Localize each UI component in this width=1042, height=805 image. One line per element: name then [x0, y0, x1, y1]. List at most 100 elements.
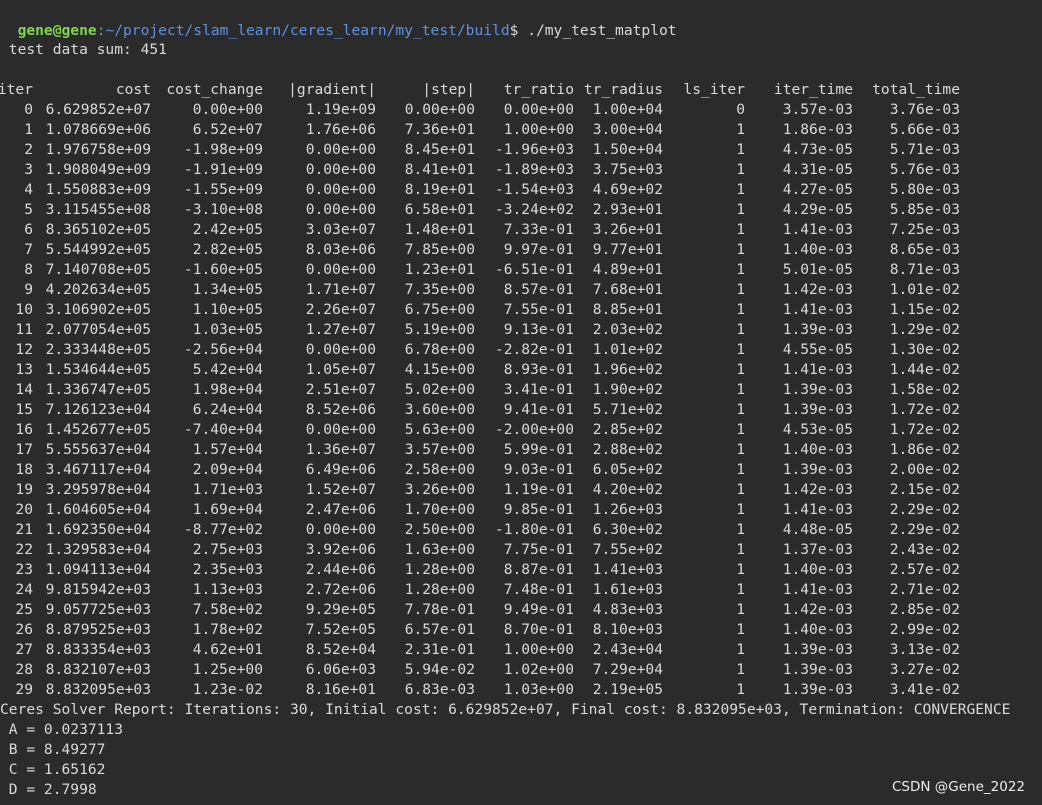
- table-cell: 1: [736, 341, 745, 358]
- table-cell: -3.24e+02: [494, 201, 574, 218]
- table-cell: 6.75e+00: [404, 301, 475, 318]
- table-cell: 1.078669e+06: [45, 121, 151, 138]
- table-cell: 3.57e+00: [404, 441, 475, 458]
- table-row: 25 9.057725e+03 7.58e+02 9.29e+05 7.78e-01 9.…: [0, 600, 1042, 620]
- table-row: 8 7.140708e+05 -1.60e+05 0.00e+00 1.23e+01 -6…: [0, 260, 1042, 280]
- result-line-c: C = 1.65162: [0, 761, 106, 778]
- table-cell: 1.28e+00: [404, 561, 475, 578]
- table-cell: 8.833354e+03: [45, 641, 151, 658]
- table-cell: -1.54e+03: [494, 181, 574, 198]
- table-cell: 1: [736, 581, 745, 598]
- table-cell: 7.55e-01: [503, 301, 574, 318]
- table-cell: 1.01e+02: [592, 341, 663, 358]
- table-cell: 4.31e-05: [782, 161, 853, 178]
- table-cell: 1.39e-03: [782, 641, 853, 658]
- table-cell: 5.19e+00: [404, 321, 475, 338]
- table-cell: 1.03e+00: [503, 681, 574, 698]
- table-cell: 1: [736, 201, 745, 218]
- table-cell: 7.35e+00: [404, 281, 475, 298]
- table-cell: 2.58e+00: [404, 461, 475, 478]
- table-row: 1 1.078669e+06 6.52e+07 1.76e+06 7.36e+01 1.0…: [0, 120, 1042, 140]
- table-cell: 1.30e-02: [889, 341, 960, 358]
- table-cell: 1.39e-03: [782, 321, 853, 338]
- table-cell: 2.57e-02: [889, 561, 960, 578]
- table-cell: 6.58e+01: [404, 201, 475, 218]
- table-cell: 1.13e+03: [192, 581, 263, 598]
- table-cell: 3.60e+00: [404, 401, 475, 418]
- table-row: 26 8.879525e+03 1.78e+02 7.52e+05 6.57e-01 8.…: [0, 620, 1042, 640]
- table-cell: 2.71e-02: [889, 581, 960, 598]
- table-cell: 1.00e+04: [592, 101, 663, 118]
- table-cell: 5.42e+04: [192, 361, 263, 378]
- table-cell: 7.48e-01: [503, 581, 574, 598]
- table-cell: 3.106902e+05: [45, 301, 151, 318]
- table-row: 5 3.115455e+08 -3.10e+08 0.00e+00 6.58e+01 -3…: [0, 200, 1042, 220]
- table-cell: 5.544992e+05: [45, 241, 151, 258]
- table-cell: 1: [736, 641, 745, 658]
- table-cell: 1.86e-03: [782, 121, 853, 138]
- table-cell: 8.71e-03: [889, 261, 960, 278]
- table-cell: 1.42e-03: [782, 481, 853, 498]
- table-cell: 1.28e+00: [404, 581, 475, 598]
- table-row: 21 1.692350e+04 -8.77e+02 0.00e+00 2.50e+00-…: [0, 520, 1042, 540]
- table-row: 20 1.604605e+04 1.69e+04 2.47e+06 1.70e+00 9.…: [0, 500, 1042, 520]
- table-cell: 1.98e+04: [192, 381, 263, 398]
- table-cell: 5.76e-03: [889, 161, 960, 178]
- table-cell: 7.36e+01: [404, 121, 475, 138]
- table-cell: 4.53e-05: [782, 421, 853, 438]
- table-cell: 8.10e+03: [592, 621, 663, 638]
- table-cell: 1.23e+01: [404, 261, 475, 278]
- table-cell: -1.98e+09: [183, 141, 263, 158]
- table-cell: 1.41e-03: [782, 581, 853, 598]
- table-cell: 1.71e+07: [305, 281, 376, 298]
- table-cell: 7.58e+02: [192, 601, 263, 618]
- table-cell: 1.36e+07: [305, 441, 376, 458]
- table-cell: 5.71e+02: [592, 401, 663, 418]
- table-cell: 1.40e-03: [782, 621, 853, 638]
- table-cell: 1.39e-03: [782, 461, 853, 478]
- table-cell: 6.83e-03: [404, 681, 475, 698]
- table-cell: 8.52e+06: [305, 401, 376, 418]
- table-row: 15 7.126123e+04 6.24e+04 8.52e+06 3.60e+00 9.…: [0, 400, 1042, 420]
- table-row: 24 9.815942e+03 1.13e+03 2.72e+06 1.28e+00 7.…: [0, 580, 1042, 600]
- table-cell: 5.02e+00: [404, 381, 475, 398]
- table-cell: 1.02e+00: [503, 661, 574, 678]
- table-cell: 1: [736, 541, 745, 558]
- csdn-watermark: CSDN @Gene_2022: [892, 779, 1026, 795]
- table-cell: 8.52e+04: [305, 641, 376, 658]
- table-cell: -8.77e+02: [183, 521, 263, 538]
- table-cell: 3.26e+00: [404, 481, 475, 498]
- table-row: 29 8.832095e+03 1.23e-02 8.16e+01 6.83e-03 1.…: [0, 680, 1042, 700]
- table-cell: 2.333448e+05: [45, 341, 151, 358]
- column-header: ls_iter: [683, 81, 745, 98]
- table-cell: 4.69e+02: [592, 181, 663, 198]
- table-cell: 2.19e+05: [592, 681, 663, 698]
- table-cell: 1.25e+00: [192, 661, 263, 678]
- table-cell: 1: [736, 161, 745, 178]
- table-cell: 4.27e-05: [782, 181, 853, 198]
- table-cell: 4.20e+02: [592, 481, 663, 498]
- table-cell: 0.00e+00: [305, 181, 376, 198]
- table-cell: 9.057725e+03: [45, 601, 151, 618]
- table-cell: 0.00e+00: [305, 141, 376, 158]
- table-row: 18 3.467117e+04 2.09e+04 6.49e+06 2.58e+00 9.…: [0, 460, 1042, 480]
- table-cell: 1.42e-03: [782, 281, 853, 298]
- table-cell: 1.329583e+04: [45, 541, 151, 558]
- table-cell: 1: [736, 361, 745, 378]
- table-cell: 7.126123e+04: [45, 401, 151, 418]
- table-cell: 2.51e+07: [305, 381, 376, 398]
- table-row: 9 4.202634e+05 1.34e+05 1.71e+07 7.35e+00 8.5…: [0, 280, 1042, 300]
- column-header: tr_radius: [583, 81, 663, 98]
- table-cell: 2.43e+04: [592, 641, 663, 658]
- table-cell: 3.115455e+08: [45, 201, 151, 218]
- table-cell: 1.76e+06: [305, 121, 376, 138]
- table-cell: 2.99e-02: [889, 621, 960, 638]
- table-cell: 2.75e+03: [192, 541, 263, 558]
- table-cell: 1.15e-02: [889, 301, 960, 318]
- table-cell: 1.452677e+05: [45, 421, 151, 438]
- table-cell: 6.05e+02: [592, 461, 663, 478]
- table-cell: 8.45e+01: [404, 141, 475, 158]
- table-row: 7 5.544992e+05 2.82e+05 8.03e+06 7.85e+00 9.9…: [0, 240, 1042, 260]
- table-cell: 6.57e-01: [404, 621, 475, 638]
- table-cell: -2.56e+04: [183, 341, 263, 358]
